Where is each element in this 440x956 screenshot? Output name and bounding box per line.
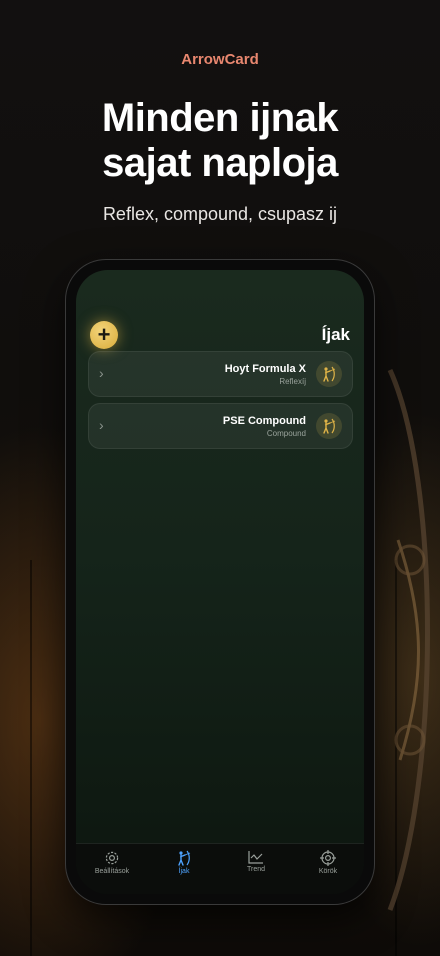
tab-bows[interactable]: Íjak: [148, 850, 220, 875]
phone-frame: + Íjak › Hoyt Formula X Reflexíj › PSE C…: [66, 260, 374, 904]
bow-card[interactable]: › Hoyt Formula X Reflexíj: [88, 351, 353, 397]
tab-rounds[interactable]: Körök: [292, 850, 364, 875]
tab-label: Körök: [318, 868, 338, 875]
bow-type: Reflexíj: [279, 377, 306, 386]
add-bow-button[interactable]: +: [90, 321, 118, 349]
archer-icon: [316, 413, 342, 439]
subline: Reflex, compound, csupasz ij: [102, 204, 338, 224]
promo-page: ArrowCard Minden ijnak sajat naploja Ref…: [0, 0, 440, 956]
target-icon: [320, 850, 336, 866]
headline: Minden ijnak sajat naploja: [0, 96, 440, 186]
archer-icon: [178, 850, 191, 866]
compound-bow-decoration: [387, 368, 430, 911]
tab-label: Trend: [246, 866, 266, 873]
bow-name: Hoyt Formula X: [224, 363, 306, 375]
bow-name: PSE Compound: [222, 415, 306, 427]
headline-line-1: Minden ijnak: [101, 96, 339, 140]
archer-icon: [316, 361, 342, 387]
tab-trend[interactable]: Trend: [220, 850, 292, 873]
background-plank: [30, 560, 32, 956]
app-brand: ArrowCard: [181, 51, 259, 68]
tab-label: Íjak: [178, 868, 190, 875]
bow-type: Compound: [266, 429, 306, 438]
trend-chart-icon: [248, 851, 263, 864]
chevron-right-icon: ›: [99, 417, 104, 433]
tab-settings[interactable]: Beállítások: [76, 850, 148, 875]
screen-title: Íjak: [321, 325, 350, 344]
tab-bar: Beállítások Íjak Trend Körök: [76, 843, 364, 894]
chevron-right-icon: ›: [99, 365, 104, 381]
bow-card[interactable]: › PSE Compound Compound: [88, 403, 353, 449]
tab-label: Beállítások: [94, 868, 130, 875]
headline-line-2: sajat naploja: [102, 141, 338, 185]
app-screen: + Íjak › Hoyt Formula X Reflexíj › PSE C…: [76, 270, 364, 894]
gear-icon: [105, 851, 119, 865]
